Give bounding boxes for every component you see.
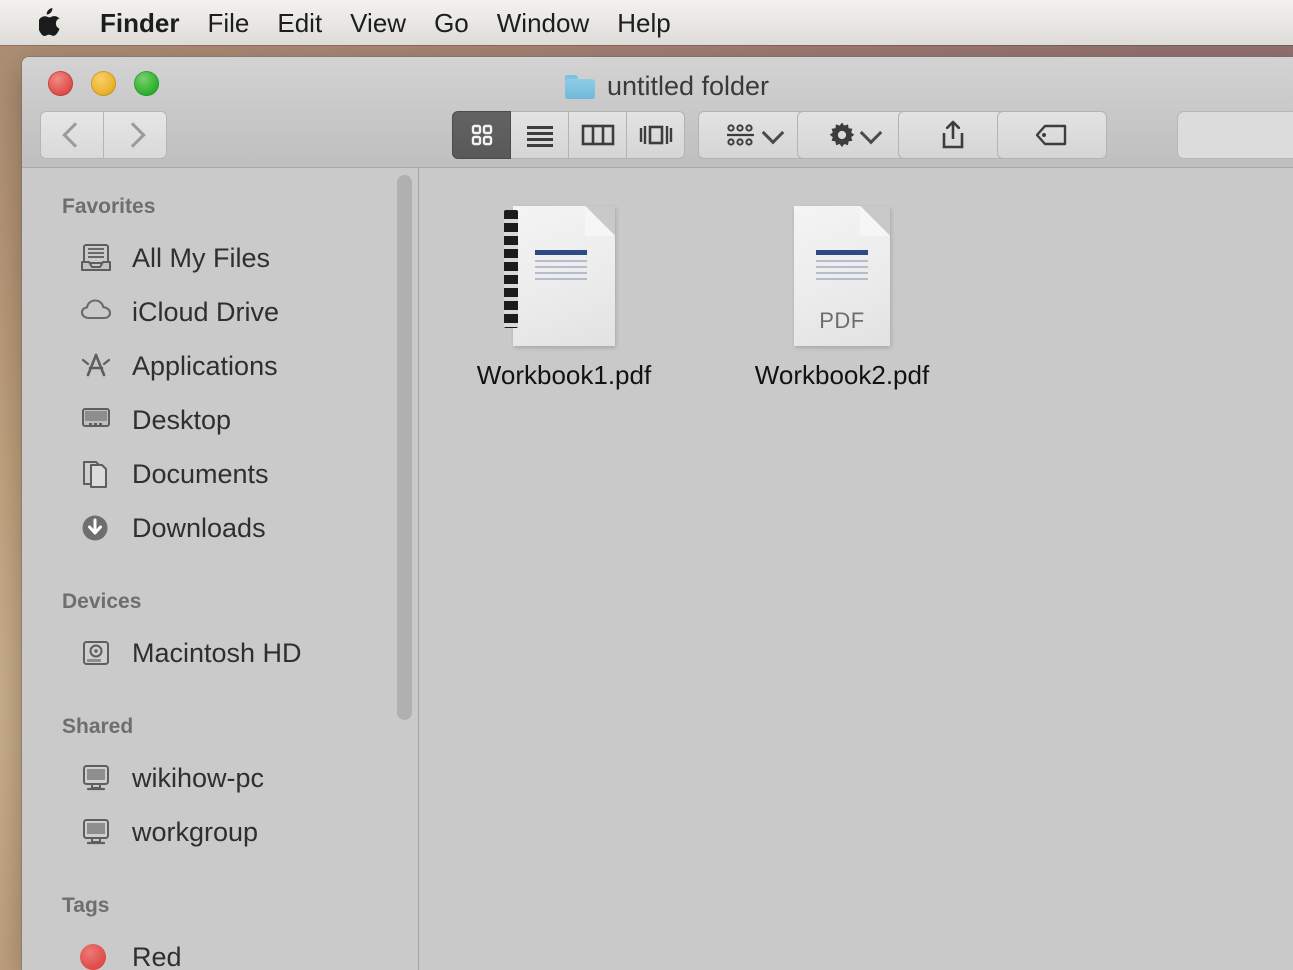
tags-button[interactable] [997,111,1107,159]
sidebar-item-label: wikihow-pc [132,763,264,794]
share-icon [939,120,967,150]
sidebar-item-documents[interactable]: Documents [22,447,418,501]
grid-icon [469,122,495,148]
chevron-left-icon [62,122,87,147]
chevron-down-icon [859,121,882,144]
back-button[interactable] [40,111,104,159]
menu-item-window[interactable]: Window [483,10,603,36]
apple-logo-icon[interactable] [38,8,64,38]
sidebar-item-label: Red [132,942,182,970]
tag-icon [1035,123,1069,147]
file-name-label: Workbook2.pdf [742,360,942,391]
binding-spine-icon [504,210,518,328]
menu-bar: Finder File Edit View Go Window Help [0,0,1293,45]
sidebar-scrollbar[interactable] [397,175,412,720]
sidebar-item-workgroup[interactable]: workgroup [22,805,418,859]
menu-item-go[interactable]: Go [420,10,483,36]
close-button[interactable] [48,71,73,96]
sidebar-item-label: All My Files [132,243,270,274]
column-view-button[interactable] [569,111,627,159]
all-my-files-icon [80,243,114,273]
sidebar-item-applications[interactable]: Applications [22,339,418,393]
traffic-lights [48,71,159,96]
navigation-buttons [40,111,167,159]
applications-icon [80,351,114,381]
sidebar-item-label: Macintosh HD [132,638,302,669]
finder-window: untitled folder [22,57,1293,970]
pdf-document-icon: PDF [742,186,942,346]
window-body: Favorites All My Files [22,168,1293,970]
sidebar: Favorites All My Files [22,168,419,970]
cloud-icon [80,297,114,327]
sidebar-item-label: Documents [132,459,269,490]
search-input[interactable] [1177,111,1293,159]
action-button[interactable] [797,111,909,159]
list-view-button[interactable] [511,111,569,159]
downloads-icon [80,513,114,543]
window-title: untitled folder [22,71,1293,102]
sidebar-heading-tags: Tags [22,895,418,916]
sidebar-item-label: Applications [132,351,278,382]
list-icon [525,123,555,147]
forward-button[interactable] [104,111,167,159]
menu-item-finder[interactable]: Finder [86,10,193,36]
zoom-button[interactable] [134,71,159,96]
window-title-label: untitled folder [607,71,769,102]
sidebar-heading-favorites: Favorites [22,196,418,217]
file-item-workbook1[interactable]: Workbook1.pdf [464,186,664,391]
pdf-badge-label: PDF [794,308,890,334]
sidebar-item-label: Desktop [132,405,231,436]
file-grid: Workbook1.pdf PDF Workbook2.pdf [419,168,1293,970]
sidebar-item-macintosh-hd[interactable]: Macintosh HD [22,626,418,680]
sidebar-heading-shared: Shared [22,716,418,737]
sidebar-item-downloads[interactable]: Downloads [22,501,418,555]
tag-dot-icon [80,942,114,970]
file-name-label: Workbook1.pdf [464,360,664,391]
desktop-icon [80,405,114,435]
gear-icon [828,121,856,149]
file-item-workbook2[interactable]: PDF Workbook2.pdf [742,186,942,391]
window-chrome: untitled folder [22,57,1293,168]
chevron-down-icon [761,121,784,144]
chevron-right-icon [120,122,145,147]
sidebar-heading-devices: Devices [22,591,418,612]
folder-icon [565,75,595,99]
menu-item-edit[interactable]: Edit [263,10,336,36]
documents-icon [80,459,114,489]
arrange-button[interactable] [698,111,808,159]
menu-item-view[interactable]: View [336,10,420,36]
sidebar-item-wikihow-pc[interactable]: wikihow-pc [22,751,418,805]
minimize-button[interactable] [91,71,116,96]
sidebar-item-label: workgroup [132,817,258,848]
sidebar-item-label: iCloud Drive [132,297,279,328]
coverflow-view-button[interactable] [627,111,685,159]
sidebar-item-all-my-files[interactable]: All My Files [22,231,418,285]
share-button[interactable] [898,111,1008,159]
sidebar-item-desktop[interactable]: Desktop [22,393,418,447]
coverflow-icon [638,123,674,147]
menu-item-help[interactable]: Help [603,10,684,36]
computer-icon [80,817,114,847]
sidebar-item-label: Downloads [132,513,266,544]
menu-item-file[interactable]: File [193,10,263,36]
arrange-grid-icon [726,123,758,147]
columns-icon [581,123,615,147]
computer-icon [80,763,114,793]
view-mode-group [452,111,685,159]
pdf-preview-icon [464,186,664,346]
hard-drive-icon [80,638,114,668]
sidebar-item-tag-red[interactable]: Red [22,930,418,970]
icon-view-button[interactable] [452,111,511,159]
sidebar-item-icloud-drive[interactable]: iCloud Drive [22,285,418,339]
